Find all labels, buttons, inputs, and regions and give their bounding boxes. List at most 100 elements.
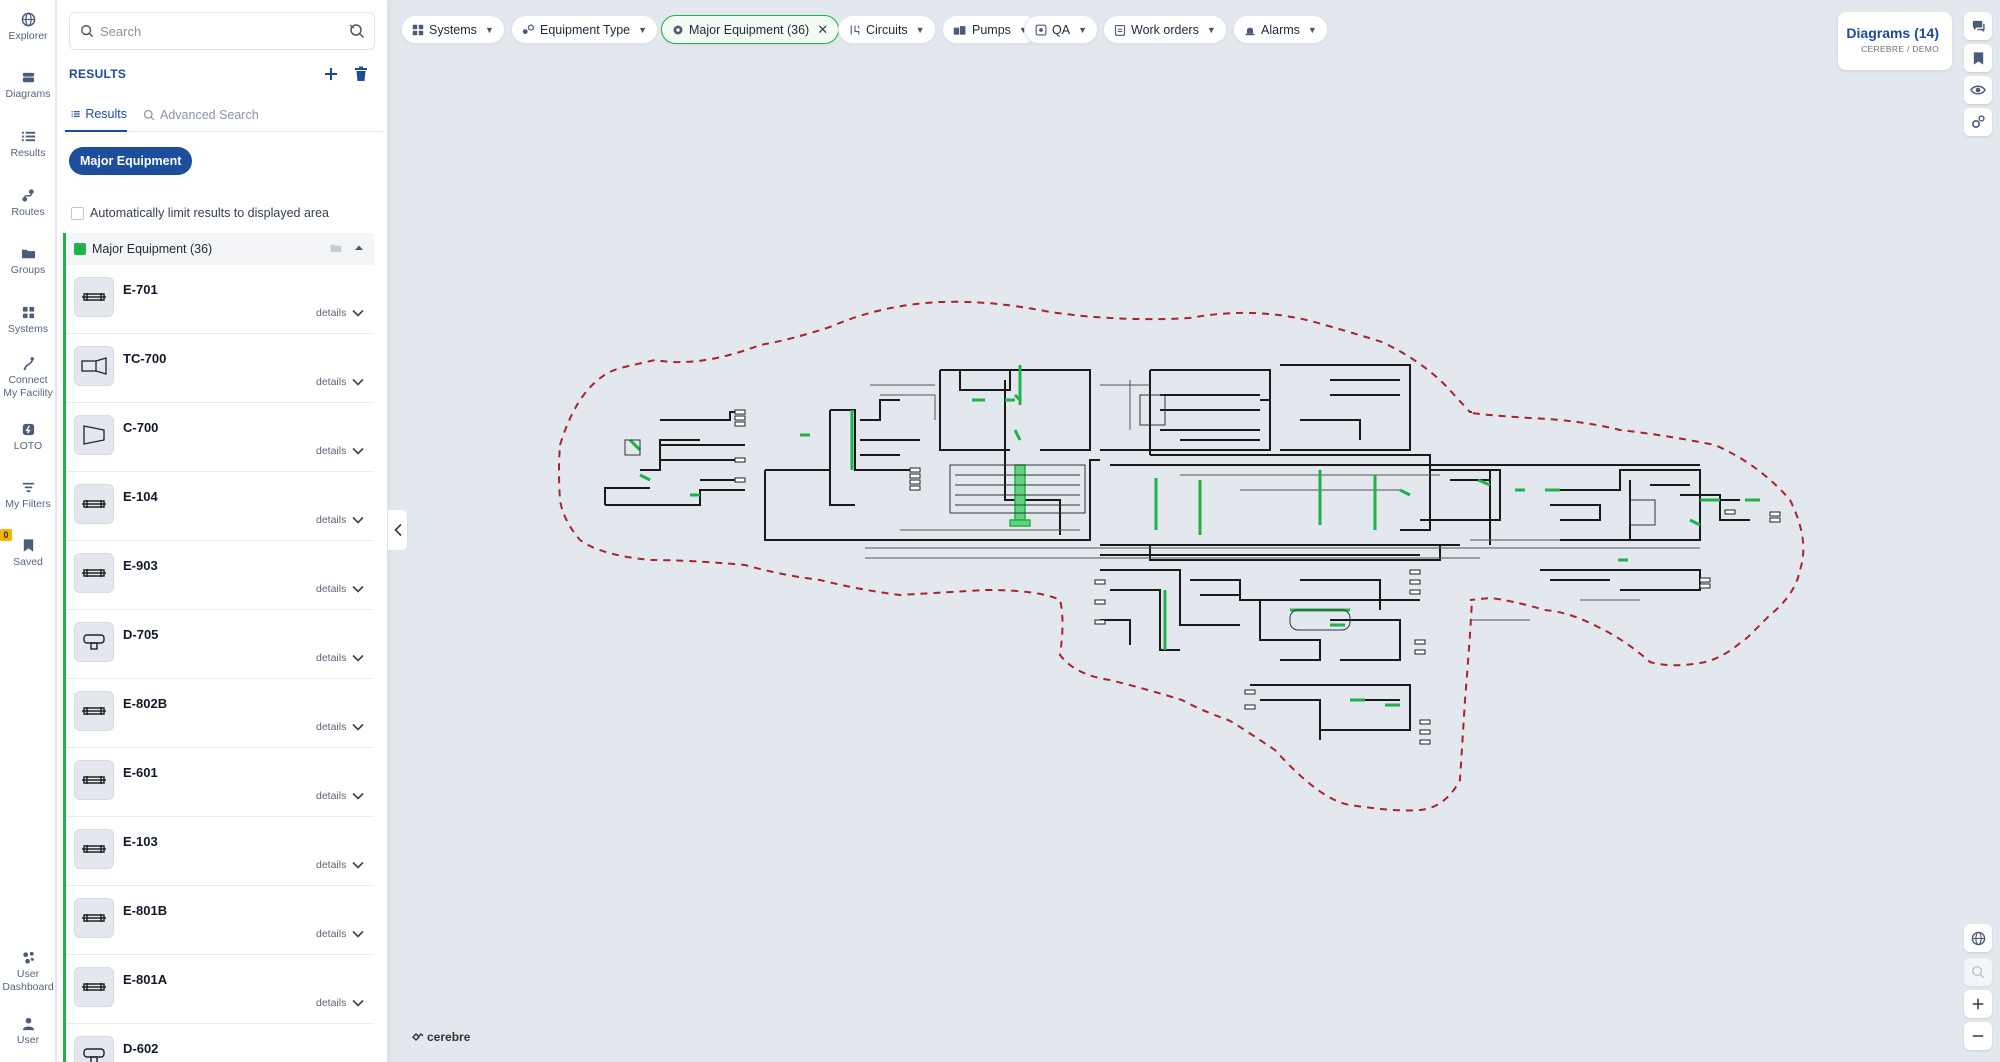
search-input[interactable] (100, 21, 330, 41)
nav-user-dashboard[interactable]: User Dashboard (0, 950, 56, 994)
globe-icon (1971, 931, 1985, 945)
group-header[interactable]: Major Equipment (36) (66, 233, 374, 265)
details-toggle[interactable]: details (316, 721, 364, 733)
nav-label: Routes (11, 206, 45, 218)
filter-major-equipment-36[interactable]: Major Equipment (36) ✕ (661, 15, 840, 44)
tab-results[interactable]: Results (65, 98, 127, 132)
delete-results-button[interactable] (349, 62, 373, 86)
filter-equipment-type[interactable]: Equipment Type ▼ (511, 15, 659, 44)
details-toggle[interactable]: details (316, 307, 364, 319)
filter-label: Circuits (866, 22, 908, 37)
result-row[interactable]: D-705 details (66, 610, 374, 679)
nav-systems[interactable]: Systems (0, 305, 56, 336)
heat-exchanger-icon (74, 829, 114, 869)
collapse-panel-button[interactable] (388, 509, 408, 551)
result-row[interactable]: E-103 details (66, 817, 374, 886)
equipment-tag: E-801B (123, 903, 168, 918)
filter-work-orders[interactable]: Work orders ▼ (1103, 15, 1227, 44)
globe-view-button[interactable] (1964, 924, 1992, 952)
nav-diagrams[interactable]: Diagrams (0, 70, 56, 101)
details-toggle[interactable]: details (316, 790, 364, 802)
nav-label: Dashboard (2, 981, 54, 993)
equipment-tag: E-701 (123, 282, 158, 297)
alarm-icon (1245, 27, 1255, 35)
result-row[interactable]: E-104 details (66, 472, 374, 541)
results-tabs: Results Advanced Search (63, 98, 383, 132)
tab-advanced-search[interactable]: Advanced Search (143, 98, 259, 132)
plus-icon (1972, 998, 1984, 1010)
filter-systems[interactable]: Systems ▼ (401, 15, 505, 44)
nav-user[interactable]: User (0, 1016, 56, 1047)
nav-label: My Facility (3, 387, 53, 399)
chevron-down-icon (352, 861, 364, 869)
result-row[interactable]: C-700 details (66, 403, 374, 472)
details-toggle[interactable]: details (316, 514, 364, 526)
filter-qa[interactable]: QA ▼ (1024, 15, 1098, 44)
result-row[interactable]: TC-700 details (66, 334, 374, 403)
result-row[interactable]: E-701 details (66, 265, 374, 334)
nav-label: Connect (8, 374, 48, 386)
dashboard-icon (22, 951, 34, 964)
remove-filter-icon[interactable]: ✕ (817, 22, 828, 38)
details-toggle[interactable]: details (316, 376, 364, 388)
equipment-tag: E-903 (123, 558, 158, 573)
major-equipment-chip[interactable]: Major Equipment (69, 147, 193, 175)
limit-results-checkbox[interactable] (71, 206, 84, 220)
zoom-out-button[interactable] (1964, 1022, 1992, 1050)
nav-my-filters[interactable]: My Filters (0, 480, 56, 511)
dropdown-arrow-icon: ▼ (1206, 24, 1216, 35)
filter-circuits[interactable]: Circuits ▼ (838, 15, 936, 44)
layers-settings-button[interactable] (1964, 108, 1992, 136)
add-result-button[interactable] (319, 62, 343, 86)
result-row[interactable]: E-801B details (66, 886, 374, 955)
cerebre-logo: cerebre (412, 1030, 470, 1044)
details-toggle[interactable]: details (316, 583, 364, 595)
compressor-icon (74, 415, 114, 455)
details-toggle[interactable]: details (316, 445, 364, 457)
limit-results-row[interactable]: Automatically limit results to displayed… (71, 206, 329, 220)
zoom-in-button[interactable] (1964, 990, 1992, 1018)
details-label: details (316, 790, 347, 802)
details-toggle[interactable]: details (316, 652, 364, 664)
nav-saved[interactable]: Saved (0, 538, 56, 569)
nav-connect-facility[interactable]: Connect My Facility (0, 356, 56, 400)
details-toggle[interactable]: details (316, 859, 364, 871)
connect-icon (23, 357, 34, 371)
result-row[interactable]: E-601 details (66, 748, 374, 817)
details-toggle[interactable]: details (316, 997, 364, 1009)
plant-diagram[interactable] (540, 290, 1840, 830)
result-row[interactable]: E-903 details (66, 541, 374, 610)
gears-icon (1971, 115, 1985, 129)
collapse-caret-icon[interactable] (354, 243, 364, 253)
details-label: details (316, 583, 347, 595)
nav-loto[interactable]: LOTO (0, 422, 56, 453)
folder-icon[interactable] (330, 243, 342, 253)
result-row[interactable]: E-801A details (66, 955, 374, 1024)
circuit-icon (850, 25, 860, 34)
nav-explorer[interactable]: Explorer (0, 12, 56, 43)
map-search-icon[interactable] (348, 22, 366, 40)
search-box[interactable] (69, 12, 375, 50)
clipboard-icon (1114, 24, 1126, 36)
bookmark-icon (23, 539, 33, 552)
heat-exchanger-icon (74, 898, 114, 938)
nav-groups[interactable]: Groups (0, 246, 56, 277)
nav-results[interactable]: Results (0, 129, 56, 160)
filter-alarms[interactable]: Alarms ▼ (1233, 15, 1328, 44)
equipment-tag: E-601 (123, 765, 158, 780)
nav-routes[interactable]: Routes (0, 188, 56, 219)
bookmarks-button[interactable] (1964, 44, 1992, 72)
result-row[interactable]: E-802B details (66, 679, 374, 748)
details-toggle[interactable]: details (316, 928, 364, 940)
chevron-down-icon (352, 999, 364, 1007)
result-row[interactable]: D-602details (66, 1024, 374, 1062)
tab-label: Advanced Search (160, 108, 259, 122)
details-label: details (316, 721, 347, 733)
visibility-button[interactable] (1964, 76, 1992, 104)
plus-icon (325, 68, 337, 80)
comments-button[interactable] (1964, 12, 1992, 40)
zoom-to-fit-button[interactable] (1964, 958, 1992, 986)
diagrams-count: Diagrams (14) (1846, 25, 1939, 41)
diagrams-card[interactable]: Diagrams (14) CEREBRE / DEMO (1838, 12, 1952, 70)
diagram-stack-icon (22, 72, 34, 83)
